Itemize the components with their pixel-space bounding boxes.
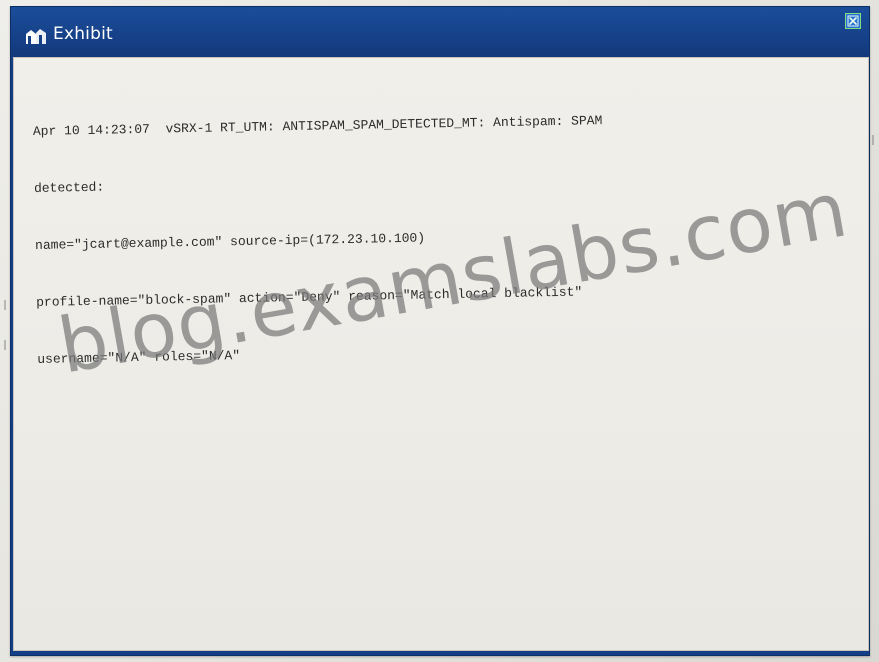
window-titlebar: Exhibit xyxy=(11,7,869,57)
edge-artifact xyxy=(4,300,6,310)
exhibit-icon xyxy=(25,27,47,45)
edge-artifact xyxy=(872,135,874,145)
close-icon xyxy=(847,15,859,27)
exhibit-window: Exhibit Apr 10 14:23:07 vSRX-1 RT_UTM: A… xyxy=(10,6,870,656)
log-line: Apr 10 14:23:07 vSRX-1 RT_UTM: ANTISPAM_… xyxy=(32,113,603,139)
window-title: Exhibit xyxy=(53,24,113,44)
close-button[interactable] xyxy=(845,13,861,29)
edge-artifact xyxy=(4,340,6,350)
exhibit-content: Apr 10 14:23:07 vSRX-1 RT_UTM: ANTISPAM_… xyxy=(13,57,869,651)
